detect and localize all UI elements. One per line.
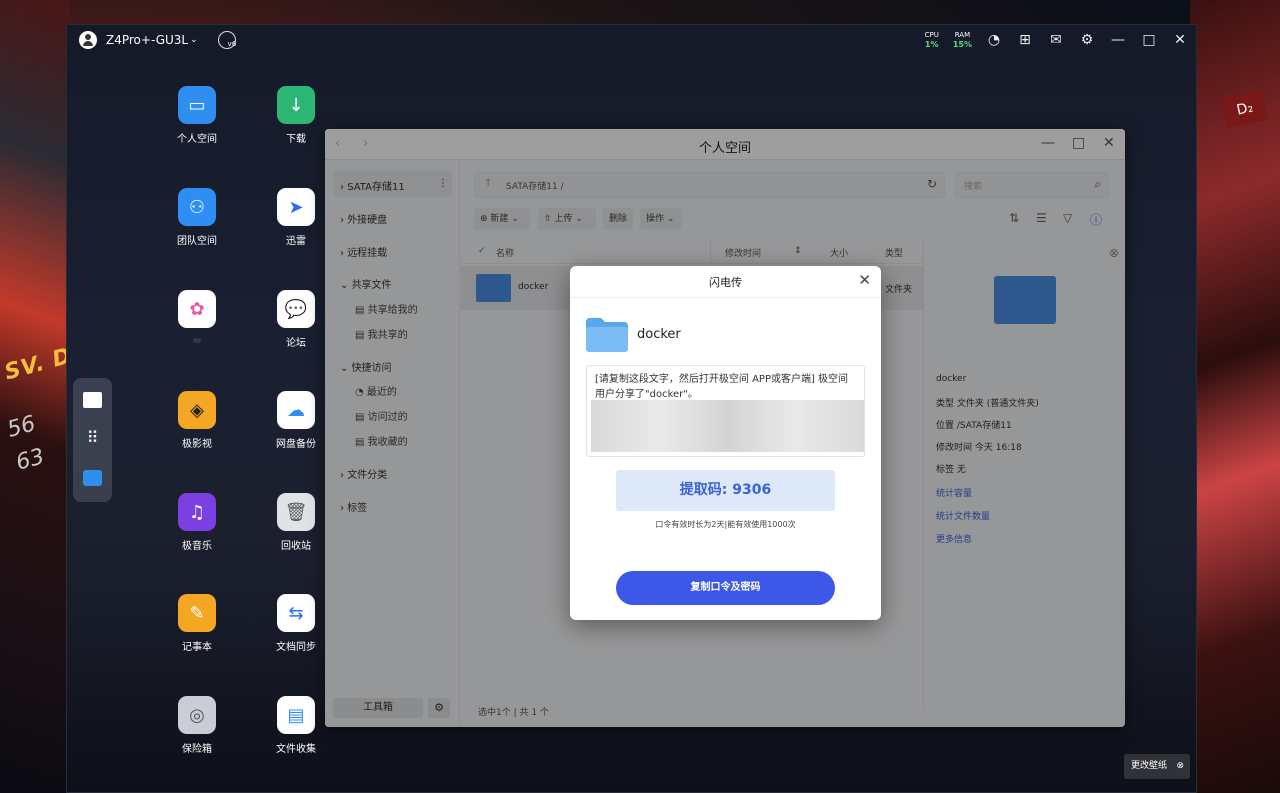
app-music[interactable]: ♫ 极音乐 bbox=[157, 493, 237, 552]
desktop-icon[interactable] bbox=[83, 392, 102, 408]
app-download[interactable]: ↓ 下载 bbox=[256, 86, 336, 145]
forum-icon: 💬 bbox=[277, 290, 315, 328]
wallpaper-left bbox=[0, 0, 70, 793]
app-photos[interactable]: ✿ 相册 bbox=[157, 290, 237, 345]
blurred-content bbox=[591, 400, 864, 452]
copy-code-button[interactable]: 复制口令及密码 bbox=[616, 571, 835, 605]
gauge-icon[interactable]: ◔ bbox=[986, 32, 1002, 48]
app-label: 文件收集 bbox=[276, 744, 316, 755]
cpu-label: CPU bbox=[924, 30, 939, 39]
folder-icon bbox=[586, 318, 628, 352]
cpu-meter[interactable]: CPU 1% bbox=[925, 31, 939, 49]
ram-value: 15% bbox=[952, 39, 972, 49]
notepad-icon: ✎ bbox=[178, 594, 216, 632]
ram-label: RAM bbox=[954, 30, 971, 39]
app-label: 下载 bbox=[286, 134, 306, 145]
wallpaper-close-icon[interactable]: ⊗ bbox=[1176, 754, 1184, 779]
mail-icon[interactable]: ✉ bbox=[1048, 32, 1064, 48]
personal-space-dock-icon[interactable] bbox=[83, 470, 102, 486]
collect-icon: ▤ bbox=[277, 696, 315, 734]
app-label: 保险箱 bbox=[182, 744, 212, 755]
dialog-divider bbox=[570, 297, 881, 298]
top-bar: Z4Pro+-GU3L ⌄ CPU 1% RAM 15% ◔ ⊞ ✉ ⚙ — □… bbox=[67, 25, 1196, 54]
settings-gear-icon[interactable]: ⚙ bbox=[1079, 32, 1095, 48]
network-ipv6-icon[interactable] bbox=[217, 30, 236, 49]
team-icon: ⚇ bbox=[178, 188, 216, 226]
app-personal-space[interactable]: ▭ 个人空间 bbox=[157, 86, 237, 145]
dialog-title: 闪电传 bbox=[709, 276, 742, 289]
share-text-box[interactable]: [请复制这段文字，然后打开极空间 APP或客户端] 极空间用户分享了"docke… bbox=[586, 365, 865, 457]
app-safe[interactable]: ◎ 保险箱 bbox=[157, 696, 237, 755]
app-label: 团队空间 bbox=[177, 236, 217, 247]
app-label: 回收站 bbox=[281, 541, 311, 552]
share-dialog: 闪电传 ✕ docker [请复制这段文字，然后打开极空间 APP或客户端] 极… bbox=[570, 266, 881, 620]
safe-icon: ◎ bbox=[178, 696, 216, 734]
dock: ⠿ bbox=[73, 378, 112, 502]
app-video[interactable]: ◈ 极影视 bbox=[157, 391, 237, 450]
trash-icon: 🗑 bbox=[277, 493, 315, 531]
maximize-icon[interactable]: □ bbox=[1141, 32, 1157, 48]
download-icon: ↓ bbox=[277, 86, 315, 124]
device-name[interactable]: Z4Pro+-GU3L bbox=[106, 33, 188, 47]
app-notepad[interactable]: ✎ 记事本 bbox=[157, 594, 237, 653]
app-label: 相册 bbox=[193, 338, 201, 343]
change-wallpaper-button[interactable]: 更改壁纸 ⊗ bbox=[1124, 754, 1190, 779]
app-cloud-backup[interactable]: ☁ 网盘备份 bbox=[256, 391, 336, 450]
app-recycle-bin[interactable]: 🗑 回收站 bbox=[256, 493, 336, 552]
dialog-close-icon[interactable]: ✕ bbox=[858, 271, 871, 289]
thunder-icon: ➤ bbox=[277, 188, 315, 226]
minimize-icon[interactable]: — bbox=[1110, 32, 1126, 48]
app-label: 记事本 bbox=[182, 642, 212, 653]
sync-icon: ⇆ bbox=[277, 594, 315, 632]
folder-icon: ▭ bbox=[178, 86, 216, 124]
task-monitor-icon[interactable]: ⊞ bbox=[1017, 32, 1033, 48]
ram-meter[interactable]: RAM 15% bbox=[953, 31, 972, 49]
photos-icon: ✿ bbox=[178, 290, 216, 328]
chevron-down-icon[interactable]: ⌄ bbox=[190, 35, 198, 45]
app-label: 论坛 bbox=[286, 338, 306, 349]
app-doc-sync[interactable]: ⇆ 文档同步 bbox=[256, 594, 336, 653]
cpu-value: 1% bbox=[924, 39, 939, 49]
app-forum[interactable]: 💬 论坛 bbox=[256, 290, 336, 349]
change-wallpaper-label: 更改壁纸 bbox=[1131, 761, 1168, 771]
app-team-space[interactable]: ⚇ 团队空间 bbox=[157, 188, 237, 247]
close-icon[interactable]: ✕ bbox=[1172, 32, 1188, 48]
app-label: 极影视 bbox=[182, 439, 212, 450]
app-thunder[interactable]: ➤ 迅雷 bbox=[256, 188, 336, 247]
video-icon: ◈ bbox=[178, 391, 216, 429]
validity-note: 口令有效时长为2天|能有效使用1000次 bbox=[655, 520, 796, 529]
cloud-backup-icon: ☁ bbox=[277, 391, 315, 429]
dialog-file-name: docker bbox=[637, 327, 681, 342]
app-file-collect[interactable]: ▤ 文件收集 bbox=[256, 696, 336, 755]
app-label: 个人空间 bbox=[177, 134, 217, 145]
app-label: 迅雷 bbox=[286, 236, 306, 247]
app-label: 文档同步 bbox=[276, 642, 316, 653]
app-grid-icon[interactable]: ⠿ bbox=[83, 430, 102, 446]
user-avatar[interactable] bbox=[79, 30, 97, 49]
app-label: 网盘备份 bbox=[276, 439, 316, 450]
music-icon: ♫ bbox=[178, 493, 216, 531]
extract-code: 提取码: 9306 bbox=[616, 470, 835, 511]
app-label: 极音乐 bbox=[182, 541, 212, 552]
